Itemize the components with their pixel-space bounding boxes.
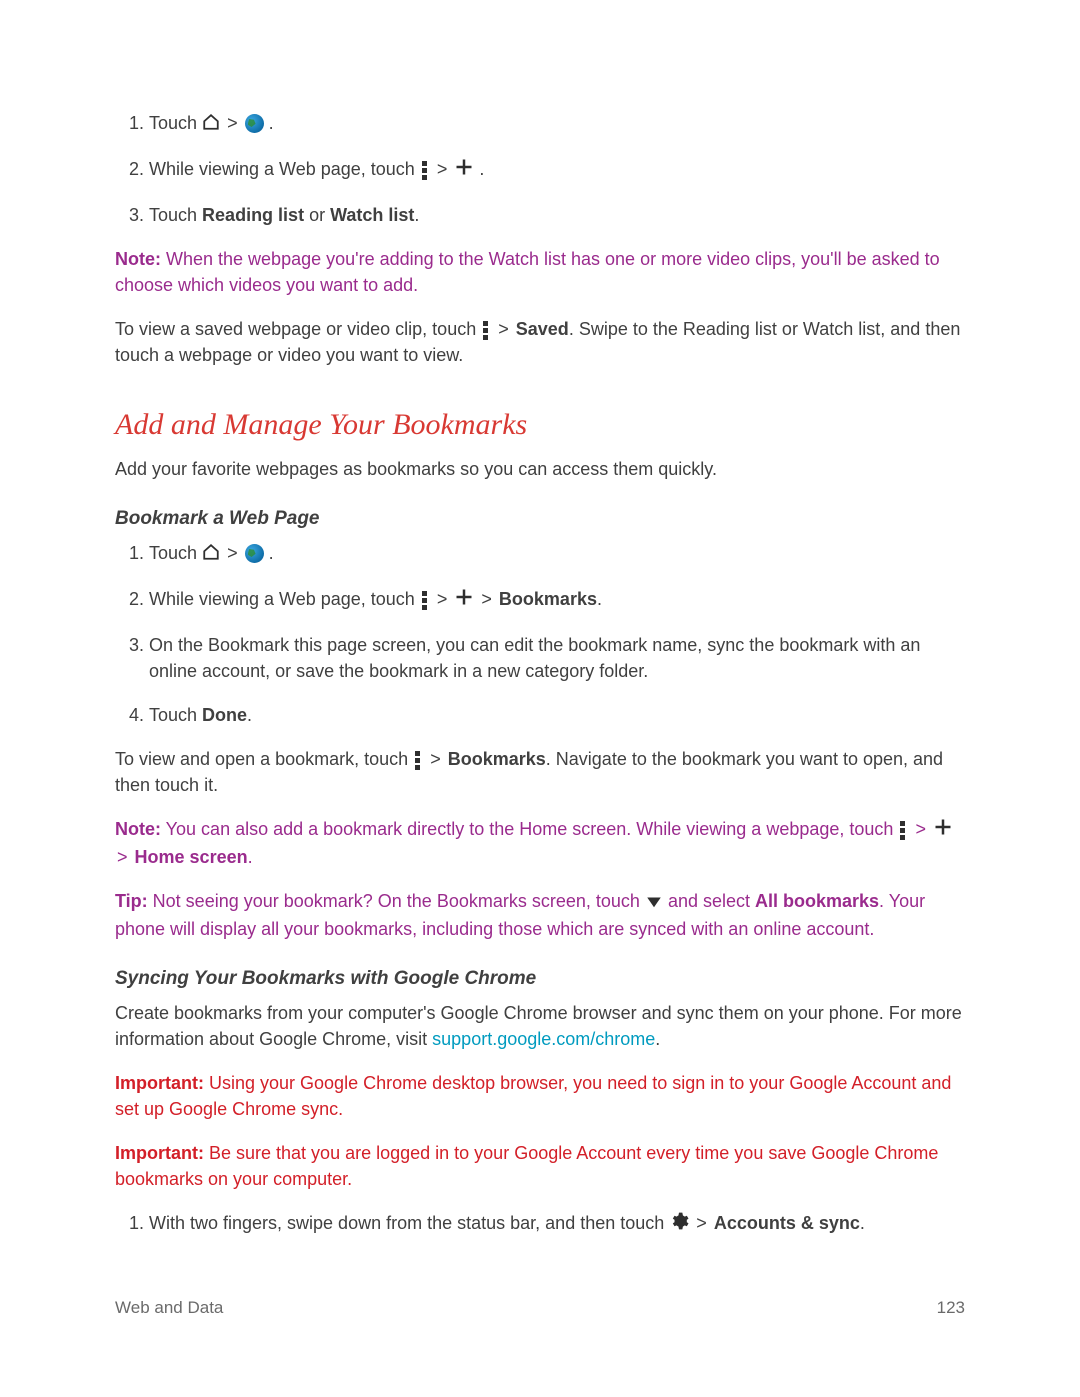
step-2: While viewing a Web page, touch > . [149, 156, 965, 184]
section-title-bookmarks: Add and Manage Your Bookmarks [115, 408, 965, 442]
important-logged-in: Important: Be sure that you are logged i… [115, 1140, 965, 1192]
overflow-menu-icon [898, 819, 908, 839]
footer-page-number: 123 [937, 1298, 965, 1318]
overflow-menu-icon [420, 589, 430, 609]
overflow-menu-icon [481, 319, 491, 339]
dropdown-icon [645, 890, 663, 916]
steps-list-reading: Touch > . While viewing a Web page, touc… [115, 110, 965, 228]
important-sign-in: Important: Using your Google Chrome desk… [115, 1070, 965, 1122]
note-home-screen: Note: You can also add a bookmark direct… [115, 816, 965, 870]
step-1: Touch > . [149, 110, 965, 138]
sync-intro: Create bookmarks from your computer's Go… [115, 1000, 965, 1052]
plus-icon [933, 817, 953, 844]
subsection-sync-chrome: Syncing Your Bookmarks with Google Chrom… [115, 968, 965, 990]
chrome-support-link[interactable]: support.google.com/chrome [432, 1029, 655, 1049]
plus-icon [454, 157, 474, 184]
bookmarks-intro: Add your favorite webpages as bookmarks … [115, 456, 965, 482]
home-icon [202, 112, 220, 138]
steps-list-bookmark: Touch > . While viewing a Web page, touc… [115, 540, 965, 728]
plus-icon [454, 587, 474, 614]
home-icon [202, 542, 220, 568]
globe-icon [245, 544, 264, 563]
page-footer: Web and Data 123 [115, 1298, 965, 1318]
step-1: Touch > . [149, 540, 965, 568]
saved-instructions: To view a saved webpage or video clip, t… [115, 316, 965, 368]
globe-icon [245, 114, 264, 133]
step-2: While viewing a Web page, touch > > Book… [149, 586, 965, 614]
overflow-menu-icon [413, 749, 423, 769]
document-page: Touch > . While viewing a Web page, touc… [0, 0, 1080, 1378]
note-watch-list: Note: When the webpage you're adding to … [115, 246, 965, 298]
subsection-bookmark-page: Bookmark a Web Page [115, 508, 965, 530]
tip-all-bookmarks: Tip: Not seeing your bookmark? On the Bo… [115, 888, 965, 942]
steps-list-sync: With two fingers, swipe down from the st… [115, 1210, 965, 1238]
step-3: Touch Reading list or Watch list. [149, 202, 965, 228]
step-1: With two fingers, swipe down from the st… [149, 1210, 965, 1238]
step-4: Touch Done. [149, 702, 965, 728]
overflow-menu-icon [420, 159, 430, 179]
view-bookmark-paragraph: To view and open a bookmark, touch > Boo… [115, 746, 965, 798]
step-3: On the Bookmark this page screen, you ca… [149, 632, 965, 684]
gear-icon [669, 1211, 689, 1238]
footer-section-name: Web and Data [115, 1298, 223, 1318]
